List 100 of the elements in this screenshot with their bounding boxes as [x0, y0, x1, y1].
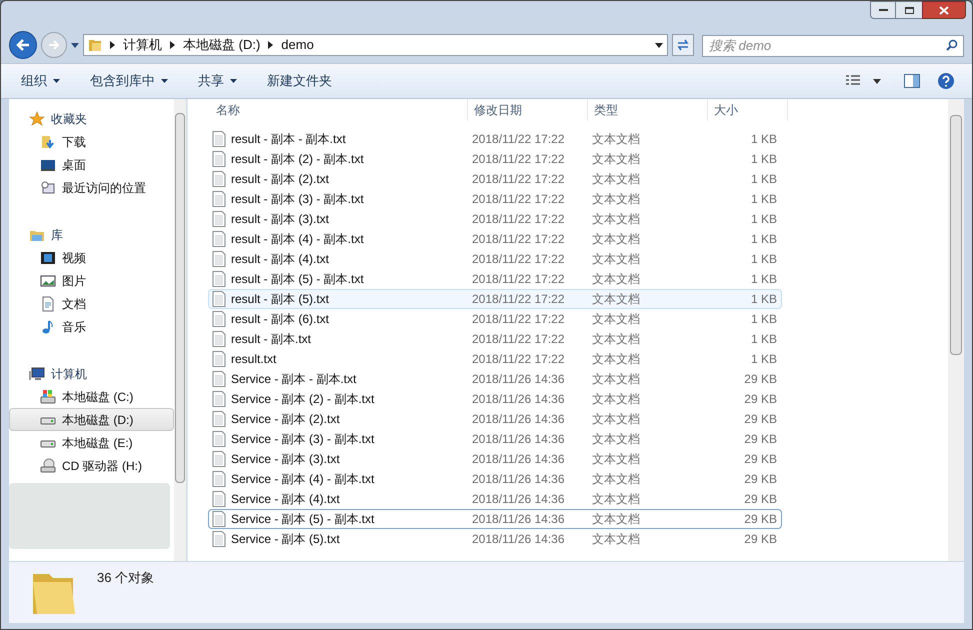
breadcrumb-item[interactable]: 计算机 [123, 35, 162, 55]
file-name: result - 副本 (5) - 副本.txt [231, 271, 364, 288]
file-name: Service - 副本 (3) - 副本.txt [231, 431, 374, 448]
toolbar-button[interactable]: 共享 [190, 69, 245, 93]
column-header[interactable]: 大小 [708, 99, 788, 121]
file-size: 29 KB [743, 391, 777, 408]
file-name: Service - 副本 (4).txt [231, 491, 340, 508]
file-name: result - 副本 (4) - 副本.txt [231, 231, 364, 248]
address-bar[interactable]: 计算机 本地磁盘 (D:) demo [83, 34, 668, 56]
chevron-icon [170, 41, 175, 49]
file-size: 1 KB [750, 311, 777, 328]
file-type: 文本文档 [591, 471, 641, 488]
text-file-icon [212, 211, 226, 227]
close-button[interactable] [922, 1, 966, 19]
file-type: 文本文档 [591, 191, 641, 208]
sidebar-item[interactable]: 本地磁盘 (E:) [9, 431, 174, 454]
file-name: result - 副本 (3) - 副本.txt [231, 191, 364, 208]
toolbar-button[interactable]: 包含到库中 [82, 69, 176, 93]
column-header[interactable]: 名称 [210, 99, 468, 121]
sidebar-item[interactable]: 本地磁盘 (C:) [9, 385, 174, 408]
file-type: 文本文档 [591, 291, 641, 308]
file-type: 文本文档 [591, 231, 641, 248]
computer-icon [29, 366, 45, 382]
breadcrumb-item[interactable]: 本地磁盘 (D:) [183, 35, 260, 55]
scroll-thumb[interactable] [950, 115, 962, 355]
file-type: 文本文档 [591, 411, 641, 428]
toolbar-button[interactable]: 组织 [13, 69, 68, 93]
maximize-button[interactable] [896, 1, 922, 19]
text-file-icon [212, 271, 226, 287]
file-name: Service - 副本 (3).txt [231, 451, 340, 468]
file-type: 文本文档 [591, 391, 641, 408]
file-row[interactable]: result - 副本 (5).txt 2018/11/22 17:22 文本文档 1 KB [208, 289, 782, 309]
modified-date: 2018/11/26 14:36 [471, 391, 566, 408]
file-size: 1 KB [750, 211, 777, 228]
modified-date: 2018/11/26 14:36 [471, 491, 566, 508]
modified-date: 2018/11/26 14:36 [471, 471, 566, 488]
file-row[interactable]: Service - 副本 (5) - 副本.txt 2018/11/26 14:36 文本文档 29 KB [208, 509, 782, 529]
modified-date: 2018/11/22 17:22 [471, 231, 566, 248]
file-name: result - 副本 (2) - 副本.txt [231, 151, 364, 168]
sidebar-item[interactable]: 文档 [9, 292, 174, 315]
file-size: 29 KB [743, 491, 777, 508]
text-file-icon [212, 131, 226, 147]
minimize-button[interactable] [870, 1, 896, 19]
file-type: 文本文档 [591, 171, 641, 188]
sidebar-item[interactable]: 下载 [9, 130, 174, 153]
column-header[interactable]: 类型 [588, 99, 708, 121]
text-file-icon [212, 471, 226, 487]
item-count: 36 个对象 [97, 569, 154, 587]
sidebar-group[interactable]: 库 [9, 223, 174, 246]
dropdown-caret-icon [655, 42, 663, 48]
file-name: Service - 副本 (5).txt [231, 531, 340, 548]
refresh-button[interactable] [672, 34, 694, 56]
search-field[interactable]: 搜索 demo [702, 34, 964, 56]
caret-icon [230, 79, 237, 83]
system-drive-icon [40, 388, 56, 404]
sidebar-item[interactable]: 图片 [9, 269, 174, 292]
sidebar-group[interactable]: 计算机 [9, 362, 174, 385]
text-file-icon [212, 171, 226, 187]
list-scrollbar[interactable] [948, 99, 964, 561]
column-header[interactable]: 修改日期 [468, 99, 588, 121]
sidebar-item[interactable]: 视频 [9, 246, 174, 269]
history-caret-icon [71, 42, 79, 48]
sidebar-item[interactable]: CD 驱动器 (H:) [9, 454, 174, 477]
forward-arrow-icon [48, 40, 60, 50]
modified-date: 2018/11/26 14:36 [471, 531, 566, 548]
text-file-icon [212, 251, 226, 267]
file-size: 29 KB [743, 511, 777, 528]
sidebar-scrollbar[interactable] [174, 99, 186, 561]
file-name: Service - 副本 (2).txt [231, 411, 340, 428]
modified-date: 2018/11/26 14:36 [471, 431, 566, 448]
document-icon [40, 296, 56, 312]
file-size: 1 KB [750, 291, 777, 308]
file-name: result - 副本 (2).txt [231, 171, 330, 188]
chevron-icon [268, 41, 274, 49]
modified-date: 2018/11/22 17:22 [471, 351, 566, 368]
file-type: 文本文档 [591, 371, 641, 388]
sidebar-item[interactable]: 音乐 [9, 315, 174, 338]
file-type: 文本文档 [591, 431, 641, 448]
text-file-icon [212, 451, 226, 467]
file-size: 1 KB [750, 131, 777, 148]
file-size: 29 KB [743, 431, 777, 448]
sidebar-item[interactable]: 最近访问的位置 [9, 176, 174, 199]
file-type: 文本文档 [591, 491, 641, 508]
scroll-thumb[interactable] [175, 113, 185, 483]
recent-places-icon [40, 180, 56, 196]
back-button[interactable] [9, 31, 37, 59]
modified-date: 2018/11/22 17:22 [471, 191, 566, 208]
modified-date: 2018/11/26 14:36 [471, 451, 566, 468]
modified-date: 2018/11/22 17:22 [471, 331, 566, 348]
file-size: 1 KB [750, 231, 777, 248]
file-size: 29 KB [743, 371, 777, 388]
file-type: 文本文档 [591, 511, 641, 528]
sidebar-item[interactable]: 本地磁盘 (D:) [9, 408, 174, 431]
file-type: 文本文档 [591, 211, 641, 228]
file-type: 文本文档 [591, 451, 641, 468]
toolbar-button[interactable]: 新建文件夹 [259, 69, 340, 93]
sidebar-group[interactable]: 收藏夹 [9, 107, 174, 130]
list-view-icon [846, 75, 882, 87]
breadcrumb-item[interactable]: demo [281, 35, 314, 55]
sidebar-item[interactable]: 桌面 [9, 153, 174, 176]
